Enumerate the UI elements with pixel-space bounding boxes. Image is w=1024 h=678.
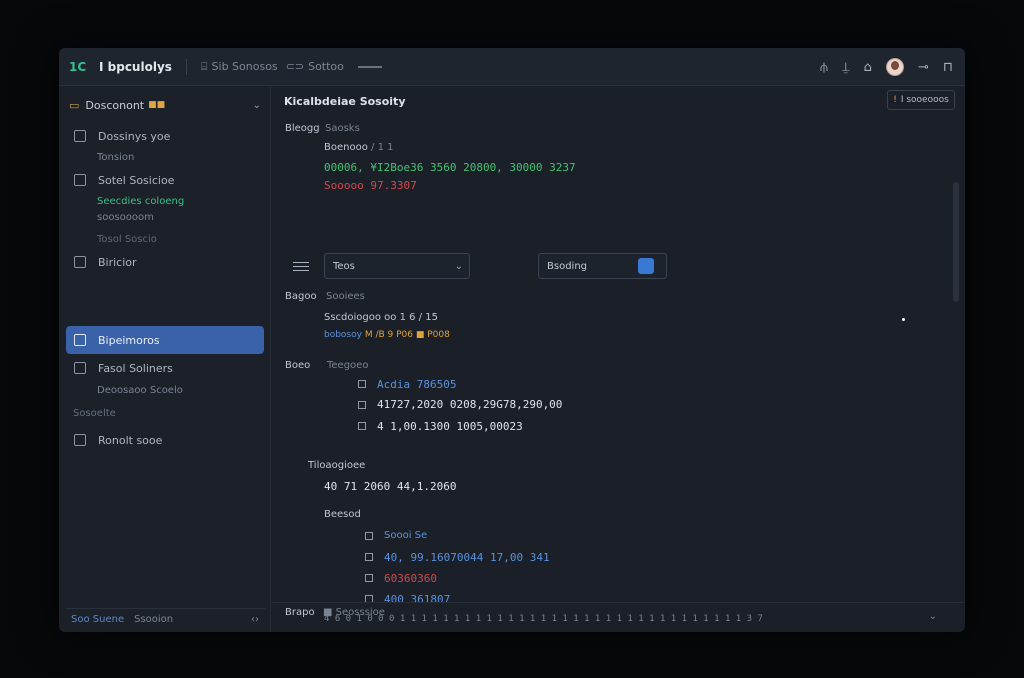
sidebar-item-5[interactable]: Fasol Soliners bbox=[66, 356, 264, 380]
section-2-sub: Sooiees bbox=[326, 291, 365, 302]
chevron-down-icon: ⌄ bbox=[454, 260, 463, 272]
page-title: Kicalbdeiae Sosoity bbox=[284, 95, 406, 108]
main-panel: Kicalbdeiae Sosoity ! I sooeooos Bleogg … bbox=[271, 86, 965, 632]
sidebar-subitem-2b[interactable]: soosoooom bbox=[97, 212, 154, 223]
link-icon: ⊂⊃ bbox=[285, 60, 305, 73]
workspace-selector[interactable]: ▭ Dosconont ■■ ⌄ bbox=[69, 94, 265, 116]
settings-link[interactable]: Soo Suene bbox=[71, 614, 124, 625]
collapse-icon[interactable]: ‹› bbox=[251, 614, 259, 625]
section-1-value-red: Sooooo 97.3307 bbox=[324, 179, 417, 192]
mouse-cursor bbox=[902, 318, 905, 321]
filter-icon[interactable] bbox=[293, 262, 309, 272]
section-5-row-1: Soooi Se bbox=[384, 530, 428, 541]
row-checkbox-5[interactable] bbox=[365, 553, 373, 561]
search-input[interactable]: Bsoding bbox=[538, 253, 667, 279]
row-checkbox-3[interactable] bbox=[358, 422, 366, 430]
avatar[interactable] bbox=[885, 58, 904, 76]
section-5-row-2: 40, 99.16070044 17,00 341 bbox=[384, 551, 550, 564]
page-icon bbox=[74, 334, 86, 346]
pin-icon[interactable]: ⫛ bbox=[820, 60, 828, 75]
row-checkbox-2[interactable] bbox=[358, 401, 366, 409]
row-checkbox-1[interactable] bbox=[358, 380, 366, 388]
breadcrumb-item-1[interactable]: ⌸ Sib Sonosos bbox=[201, 60, 278, 74]
section-5-label: Beesod bbox=[324, 509, 361, 520]
sidebar-item-active[interactable]: Bipeimoros bbox=[66, 326, 264, 354]
section-5-row-3: 60360360 bbox=[384, 572, 437, 585]
section-3-sub: Teegoeo bbox=[327, 360, 369, 371]
workspace-icon: ▭ bbox=[69, 98, 80, 112]
top-action-button[interactable]: ! I sooeooos bbox=[887, 90, 955, 110]
section-3-row-2: 41727,2020 0208,29G78,290,00 bbox=[377, 398, 563, 411]
document-icon bbox=[74, 130, 86, 142]
grid-icon bbox=[74, 256, 86, 268]
window-icon[interactable]: ⊓ bbox=[943, 60, 953, 75]
workspace-badge: ■■ bbox=[148, 100, 166, 110]
sidebar-group-label-2: Sosoelte bbox=[73, 408, 116, 419]
section-1-label: Bleogg bbox=[285, 123, 320, 134]
section-3-label: Boeo bbox=[285, 360, 311, 371]
bell-icon[interactable]: ⍊ bbox=[842, 60, 850, 75]
sidebar: ▭ Dosconont ■■ ⌄ Dossinys yoe Tonsion So… bbox=[59, 86, 271, 632]
report-icon bbox=[74, 434, 86, 446]
section-3-row-3: 4 1,00.1300 1005,00023 bbox=[377, 420, 523, 433]
alert-icon: ! bbox=[893, 95, 897, 105]
section-4-label: Tiloaogioee bbox=[308, 460, 366, 471]
sidebar-item-3[interactable]: Biricior bbox=[66, 250, 264, 274]
sidebar-group-label-1: Tosol Soscio bbox=[97, 234, 157, 245]
bottom-label: Brapo bbox=[285, 607, 315, 618]
breadcrumb-item-2[interactable]: ⊂⊃ Sottoo bbox=[286, 60, 344, 73]
search-button[interactable] bbox=[638, 258, 654, 274]
inbox-icon[interactable]: ⌂ bbox=[864, 60, 872, 75]
chevron-down-icon[interactable]: ⌄ bbox=[253, 100, 261, 111]
chevron-down-icon[interactable]: ⌄ bbox=[929, 611, 937, 622]
list-icon bbox=[74, 174, 86, 186]
section-1-heading: Boenooo / 1 1 bbox=[324, 142, 394, 153]
title-bar: 1C I bpculolys ⌸ Sib Sonosos ⊂⊃ Sottoo ⫛… bbox=[59, 48, 965, 86]
section-3-row-1: Acdia 786505 bbox=[377, 378, 457, 391]
sidebar-item-2[interactable]: Sotel Sosicioe bbox=[66, 168, 264, 192]
row-checkbox-4[interactable] bbox=[365, 532, 373, 540]
footer-item[interactable]: Ssooion bbox=[134, 614, 173, 625]
section-2-label: Bagoo bbox=[285, 291, 317, 302]
bottom-row: Brapo ■ Seosssioe ⌄ bbox=[271, 602, 965, 632]
sidebar-footer: Soo Suene Ssooion ‹› bbox=[65, 608, 265, 630]
arrow-icon bbox=[357, 65, 382, 68]
folder-icon: ⌸ bbox=[200, 59, 208, 73]
title-separator bbox=[185, 58, 187, 75]
sidebar-subitem-5[interactable]: Deoosaoo Scoelo bbox=[97, 385, 183, 396]
sidebar-subitem-1[interactable]: Tonsion bbox=[97, 152, 134, 163]
type-select[interactable]: Teos ⌄ bbox=[324, 253, 470, 279]
sidebar-subitem-2a[interactable]: Seecdies coloeng bbox=[97, 196, 184, 207]
section-4-value: 40 71 2060 44,1.2060 bbox=[324, 480, 457, 493]
key-icon[interactable]: ⊸ bbox=[918, 60, 929, 75]
sidebar-item-1[interactable]: Dossinys yoe bbox=[66, 124, 264, 148]
title-actions: ⫛ ⍊ ⌂ ⊸ ⊓ bbox=[820, 48, 953, 86]
app-logo: 1C bbox=[69, 59, 87, 74]
lock-icon bbox=[74, 362, 86, 374]
app-name: I bpculolys bbox=[99, 59, 172, 74]
bottom-value: ■ Seosssioe bbox=[323, 607, 385, 618]
section-2-line-2: bobosoy M /B 9 P06 ■ P008 bbox=[324, 330, 450, 340]
app-window: 1C I bpculolys ⌸ Sib Sonosos ⊂⊃ Sottoo ⫛… bbox=[59, 48, 965, 632]
section-2-line-1: Sscdoiogoo oo 1 6 / 15 bbox=[324, 312, 438, 323]
scrollbar[interactable] bbox=[953, 182, 959, 302]
section-1-value-green: 00006, ¥I2Boe36 3560 20800, 30000 3237 bbox=[324, 161, 576, 174]
row-checkbox-6[interactable] bbox=[365, 574, 373, 582]
section-1-sub: Saosks bbox=[325, 123, 360, 134]
sidebar-item-6[interactable]: Ronolt sooe bbox=[66, 428, 264, 452]
